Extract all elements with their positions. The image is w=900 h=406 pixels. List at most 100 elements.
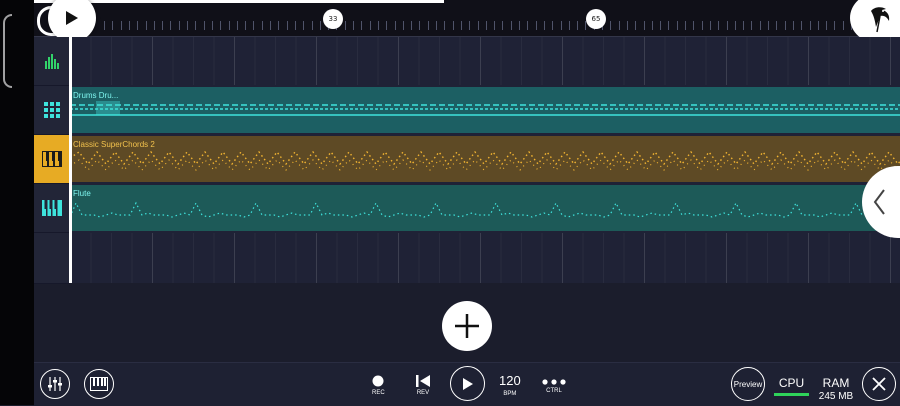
- track-lane-2: Drums Dru...: [34, 86, 900, 135]
- preview-button[interactable]: Preview: [731, 367, 765, 401]
- flute-notes: [70, 201, 900, 218]
- preview-label: Preview: [733, 379, 763, 389]
- tempo-control[interactable]: 120 BPM: [499, 373, 521, 397]
- track-lane-4: Flute: [34, 184, 900, 233]
- timeline-tick: [734, 21, 736, 30]
- timeline-tick: [402, 21, 404, 30]
- timeline-tick: [651, 21, 653, 30]
- more-dots-icon: [542, 379, 566, 385]
- timeline-tick: [120, 21, 122, 30]
- timeline-tick: [817, 21, 819, 30]
- bpm-label: BPM: [503, 391, 517, 397]
- timeline-tick: [519, 21, 520, 30]
- timeline-tick: [377, 21, 379, 30]
- ctrl-button[interactable]: CTRL: [542, 379, 566, 394]
- timeline-tick: [137, 21, 139, 30]
- cpu-label: CPU: [778, 376, 805, 390]
- timeline-tick: [792, 21, 794, 30]
- mixer-button[interactable]: [40, 369, 70, 399]
- timeline-tick: [743, 21, 745, 30]
- bar-marker-65[interactable]: 65: [586, 9, 606, 29]
- timeline-tick: [469, 21, 471, 30]
- timeline-tick: [104, 21, 105, 30]
- record-button[interactable]: REC: [372, 375, 385, 396]
- track-2-button[interactable]: [34, 86, 70, 135]
- timeline-tick: [195, 21, 197, 30]
- left-system-strip: [0, 0, 34, 405]
- top-progress-overlay: [34, 0, 444, 3]
- timeline-tick: [502, 21, 504, 30]
- track-1-button[interactable]: [34, 37, 70, 86]
- chords-clip[interactable]: Classic SuperChords 2: [70, 136, 900, 182]
- timeline-tick: [311, 21, 313, 30]
- timeline-tick: [187, 21, 188, 30]
- drums-clip-label: Drums Dru...: [73, 91, 119, 100]
- flute-clip-label: Flute: [73, 189, 91, 198]
- timeline-tick: [759, 21, 761, 30]
- ram-meter: RAM 245 MB: [816, 376, 856, 402]
- timeline-tick: [510, 21, 512, 30]
- timeline-tick: [826, 21, 828, 30]
- timeline-tick: [153, 21, 155, 30]
- timeline-tick: [261, 21, 263, 30]
- back-gesture-indicator: [3, 14, 12, 88]
- reverse-button[interactable]: REV: [416, 375, 430, 396]
- timeline-tick: [635, 21, 637, 30]
- timeline-tick: [610, 21, 612, 30]
- timeline-ruler[interactable]: 33 65: [34, 0, 900, 37]
- flute-clip[interactable]: Flute: [70, 185, 900, 231]
- timeline-tick: [535, 21, 537, 30]
- piano-keys-icon: [42, 151, 62, 167]
- timeline-tick: [427, 21, 429, 30]
- timeline-tick: [128, 21, 130, 30]
- timeline-tick: [411, 21, 413, 30]
- record-label: REC: [372, 390, 385, 396]
- timeline-tick: [228, 21, 230, 30]
- mixer-sliders-icon: [48, 377, 62, 391]
- timeline-tick: [460, 21, 462, 30]
- ctrl-label: CTRL: [546, 388, 562, 394]
- bar-marker-33[interactable]: 33: [323, 9, 343, 29]
- keyboard-icon: [42, 200, 62, 216]
- timeline-tick: [477, 21, 479, 30]
- timeline-tick: [834, 21, 836, 30]
- timeline-tick: [394, 21, 396, 30]
- timeline-tick: [726, 21, 728, 30]
- track-4-button[interactable]: [34, 184, 70, 233]
- piano-roll-button[interactable]: [84, 369, 114, 399]
- add-track-button[interactable]: [442, 301, 492, 351]
- play-button[interactable]: [450, 366, 485, 401]
- drums-pattern: [70, 101, 900, 116]
- timeline-tick: [527, 21, 529, 30]
- timeline-tick: [369, 21, 371, 30]
- timeline-tick: [112, 21, 114, 30]
- timeline-tick: [660, 21, 662, 30]
- timeline-tick: [626, 21, 628, 30]
- record-icon: [372, 375, 384, 387]
- timeline-tick: [444, 21, 446, 30]
- chords-notes: [70, 150, 900, 171]
- playhead[interactable]: [69, 30, 72, 283]
- bottom-toolbar: REC REV 120 BPM CTRL Preview CPU RAM 245…: [34, 362, 900, 406]
- timeline-tick: [676, 21, 678, 30]
- timeline-tick: [162, 21, 164, 30]
- timeline-tick: [718, 21, 720, 30]
- chords-clip-label: Classic SuperChords 2: [73, 140, 155, 149]
- timeline-tick: [278, 21, 280, 30]
- timeline-tick: [344, 21, 346, 30]
- timeline-tick: [170, 21, 172, 30]
- drums-clip[interactable]: Drums Dru...: [70, 87, 900, 133]
- timeline-tick: [353, 21, 354, 30]
- timeline-tick: [784, 21, 786, 30]
- timeline-tick: [436, 21, 437, 30]
- play-icon: [66, 11, 78, 25]
- timeline-tick: [386, 21, 388, 30]
- timeline-tick: [568, 21, 570, 30]
- cpu-meter-bar: [774, 393, 809, 396]
- close-icon: [872, 377, 886, 391]
- track-lane-1: [34, 37, 900, 86]
- track-3-button[interactable]: [34, 135, 70, 184]
- close-button[interactable]: [862, 367, 896, 401]
- timeline-tick: [270, 21, 271, 30]
- timeline-tick: [618, 21, 620, 30]
